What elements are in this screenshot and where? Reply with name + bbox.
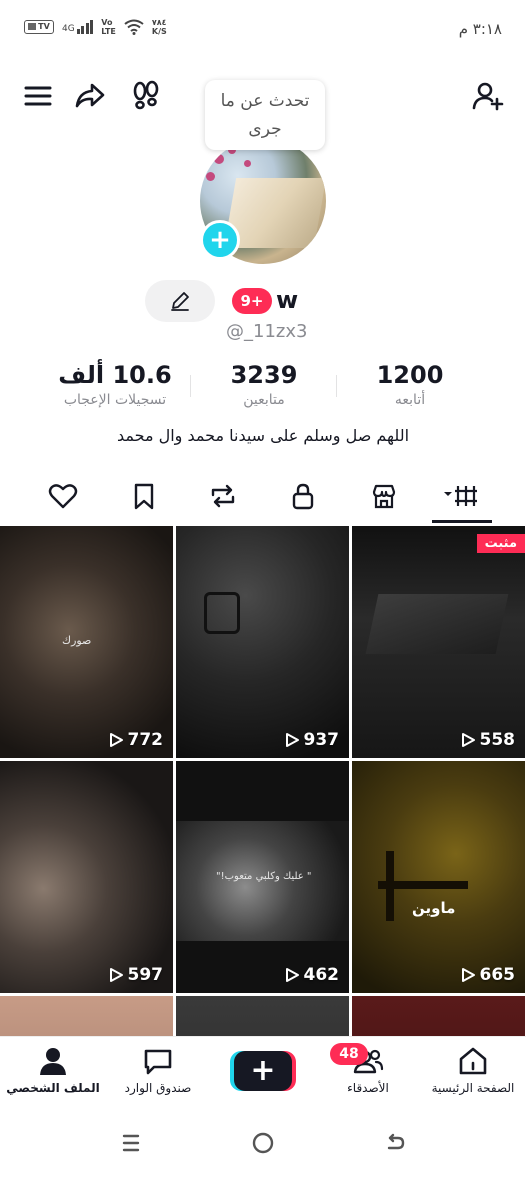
following-count: 1200 xyxy=(376,361,444,389)
following-label: أتابعه xyxy=(394,392,426,408)
share-icon[interactable] xyxy=(72,78,108,114)
home-circle-icon[interactable] xyxy=(248,1128,278,1158)
nav-inbox[interactable]: صندوق الوارد xyxy=(103,1045,213,1095)
followers-label: متابعين xyxy=(243,392,285,408)
video-thumbnail[interactable]: 937 xyxy=(176,526,349,758)
footprints-icon[interactable] xyxy=(128,78,164,114)
video-overlay-text: صورك xyxy=(62,634,92,647)
view-count: 937 xyxy=(284,730,339,750)
tv-icon: TV xyxy=(24,20,54,34)
likes-label: تسجيلات الإعجاب xyxy=(63,392,167,408)
liked-icon xyxy=(48,484,78,509)
plus-icon: + xyxy=(234,1051,292,1091)
add-story-button[interactable]: + xyxy=(200,220,240,260)
view-count: 665 xyxy=(460,965,515,985)
play-icon xyxy=(461,968,475,982)
view-count: 597 xyxy=(108,965,163,985)
video-thumbnail[interactable]: " عليك وكلبي متعوب!" 462 xyxy=(176,761,349,993)
network-type-label: 4G xyxy=(62,24,75,34)
tab-private[interactable] xyxy=(283,478,323,514)
bottom-nav: الصفحة الرئيسية 48 الأصدقاء + صندوق الوا… xyxy=(0,1036,526,1106)
bio: اللهم صل وسلم على سيدنا محمد وال محمد xyxy=(116,426,410,445)
wifi-icon xyxy=(124,19,144,35)
recent-apps-icon[interactable] xyxy=(116,1128,146,1158)
video-overlay-text: ماوين xyxy=(412,899,456,917)
favorites-icon xyxy=(134,483,154,510)
note-text: تحدث عن ما جرى xyxy=(220,91,310,139)
active-tab-indicator xyxy=(432,520,492,523)
username: @_11zx3 xyxy=(226,321,308,342)
nav-profile[interactable]: الملف الشخصي xyxy=(0,1045,108,1095)
network-speed: ٧٨٤ K/S xyxy=(151,18,167,36)
add-user-icon[interactable] xyxy=(470,78,506,114)
video-grid: صورك 772 937 مثبت 558 597 " عليك وكلبي م… xyxy=(0,526,526,1046)
video-thumbnail[interactable]: مثبت 558 xyxy=(352,526,525,758)
shop-icon xyxy=(372,484,396,509)
stat-likes[interactable]: 10.6 ألف تسجيلات الإعجاب xyxy=(40,360,190,408)
private-icon xyxy=(292,483,314,510)
display-name: w xyxy=(276,286,299,314)
likes-count: 10.6 ألف xyxy=(58,361,172,389)
clock: ٣:١٨ م xyxy=(458,20,502,38)
tab-reposts[interactable] xyxy=(203,478,243,514)
stat-followers[interactable]: 3239 متابعين xyxy=(189,360,339,408)
video-thumbnail[interactable]: ماوين 665 xyxy=(352,761,525,993)
play-icon xyxy=(285,968,299,982)
view-count: 772 xyxy=(108,730,163,750)
reposts-icon xyxy=(211,484,235,508)
video-thumbnail[interactable]: صورك 772 xyxy=(0,526,173,758)
status-bar: TV 4G Vo LTE ٧٨٤ K/S ٣:١٨ م xyxy=(0,0,526,60)
content-tabs xyxy=(0,470,526,522)
nav-home-label: الصفحة الرئيسية xyxy=(431,1081,515,1095)
volte-label: Vo LTE xyxy=(101,18,116,36)
followers-count: 3239 xyxy=(230,361,298,389)
nav-inbox-label: صندوق الوارد xyxy=(124,1081,192,1095)
play-icon xyxy=(109,968,123,982)
play-icon xyxy=(285,733,299,747)
play-icon xyxy=(461,733,475,747)
create-button[interactable]: + xyxy=(230,1051,296,1091)
nav-home[interactable]: الصفحة الرئيسية xyxy=(418,1045,526,1095)
tab-videos[interactable] xyxy=(436,478,488,514)
profile-icon xyxy=(40,1048,66,1075)
tab-liked[interactable] xyxy=(43,478,83,514)
back-icon[interactable] xyxy=(380,1128,410,1158)
pinned-badge: مثبت xyxy=(476,534,525,553)
inbox-icon xyxy=(144,1049,172,1075)
status-indicators: TV 4G Vo LTE ٧٨٤ K/S xyxy=(24,18,167,36)
tab-shop[interactable] xyxy=(364,478,404,514)
play-icon xyxy=(109,733,123,747)
view-count: 462 xyxy=(284,965,339,985)
stat-following[interactable]: 1200 أتابعه xyxy=(335,360,485,408)
menu-icon[interactable] xyxy=(20,78,56,114)
note-bubble[interactable]: تحدث عن ما جرى xyxy=(205,80,325,150)
nav-profile-label: الملف الشخصي xyxy=(6,1081,100,1095)
home-icon xyxy=(459,1047,487,1075)
friends-badge: 48 xyxy=(330,1043,368,1065)
signal-bars-icon xyxy=(76,20,94,34)
notification-badge[interactable]: 9+ xyxy=(232,288,272,314)
pencil-icon xyxy=(171,292,189,311)
video-overlay-text: " عليك وكلبي متعوب!" xyxy=(216,871,312,882)
edit-profile-button[interactable] xyxy=(145,280,215,322)
cell-signal: 4G xyxy=(62,20,94,34)
video-thumbnail[interactable]: 597 xyxy=(0,761,173,993)
view-count: 558 xyxy=(460,730,515,750)
system-nav-bar xyxy=(0,1106,526,1178)
videos-grid-icon xyxy=(444,486,477,506)
tab-favorites[interactable] xyxy=(124,478,164,514)
nav-friends-label: الأصدقاء xyxy=(347,1081,389,1095)
